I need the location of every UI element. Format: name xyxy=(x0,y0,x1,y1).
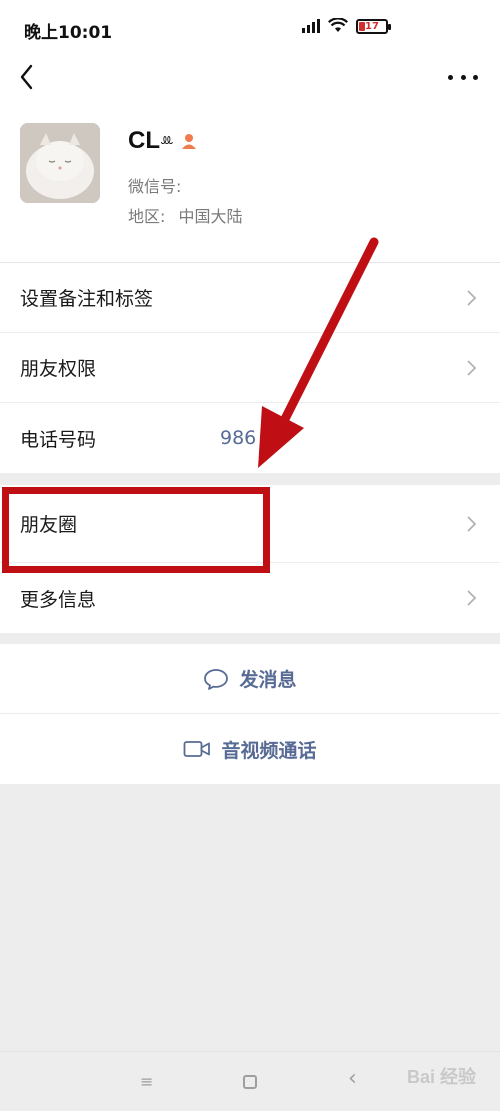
battery-level: 17 xyxy=(365,20,379,32)
wechat-id-label: 微信号: xyxy=(128,177,182,196)
menu-item-friend-permissions[interactable]: 朋友权限 xyxy=(0,333,500,403)
status-icons: 17 xyxy=(302,18,391,34)
action-group: 发消息 音视频通话 xyxy=(0,644,500,784)
system-nav-bar: ≡ ‹ Bai 经验 xyxy=(0,1051,500,1111)
battery-icon: 17 xyxy=(356,18,391,34)
video-camera-icon xyxy=(184,741,211,757)
chevron-right-icon xyxy=(467,290,477,306)
more-dots-icon[interactable] xyxy=(448,62,478,92)
back-chevron-icon[interactable] xyxy=(14,62,44,92)
nav-bar xyxy=(0,60,500,105)
chevron-right-icon xyxy=(467,590,477,606)
video-call-button[interactable]: 音视频通话 xyxy=(0,714,500,784)
profile-card: CL ꔛ 微信号: 地区: 中国大陆 xyxy=(0,105,500,263)
name-decoration: ꔛ xyxy=(160,133,174,149)
menu-label: 朋友权限 xyxy=(20,358,97,380)
region-value: 中国大陆 xyxy=(178,207,243,226)
send-message-button[interactable]: 发消息 xyxy=(0,644,500,714)
chat-bubble-icon xyxy=(204,668,229,690)
back-icon[interactable]: ‹ xyxy=(348,1066,357,1091)
video-call-label: 音视频通话 xyxy=(221,739,317,762)
profile-name: CL xyxy=(128,127,160,154)
status-time: 晚上10:01 xyxy=(24,23,113,43)
menu-item-more-info[interactable]: 更多信息 xyxy=(0,563,500,633)
menu-label: 电话号码 xyxy=(20,428,97,451)
watermark: Bai 经验 xyxy=(406,1067,476,1087)
menu-group-contact: 设置备注和标签 朋友权限 电话号码 986 xyxy=(0,263,500,473)
menu-item-remarks-tags[interactable]: 设置备注和标签 xyxy=(0,263,500,333)
avatar[interactable] xyxy=(20,123,100,203)
wifi-icon xyxy=(328,18,348,32)
region-label: 地区: xyxy=(128,207,166,226)
menu-label: 设置备注和标签 xyxy=(20,288,154,310)
menu-icon[interactable]: ≡ xyxy=(140,1072,153,1091)
menu-label: 更多信息 xyxy=(20,588,97,611)
menu-item-phone[interactable]: 电话号码 986 xyxy=(0,403,500,473)
send-message-label: 发消息 xyxy=(239,669,297,691)
phone-value[interactable]: 986 xyxy=(220,427,256,449)
chevron-right-icon xyxy=(467,360,477,376)
status-bar: 晚上10:01 17 xyxy=(0,0,500,60)
cat-photo-icon xyxy=(20,123,100,203)
home-icon[interactable] xyxy=(243,1075,257,1089)
name-row: CL ꔛ xyxy=(128,127,198,155)
chevron-right-icon xyxy=(467,516,477,532)
region-row: 地区: 中国大陆 xyxy=(128,203,243,227)
annotation-highlight-box xyxy=(2,487,270,573)
female-icon xyxy=(181,134,196,149)
signal-icon xyxy=(302,19,320,33)
